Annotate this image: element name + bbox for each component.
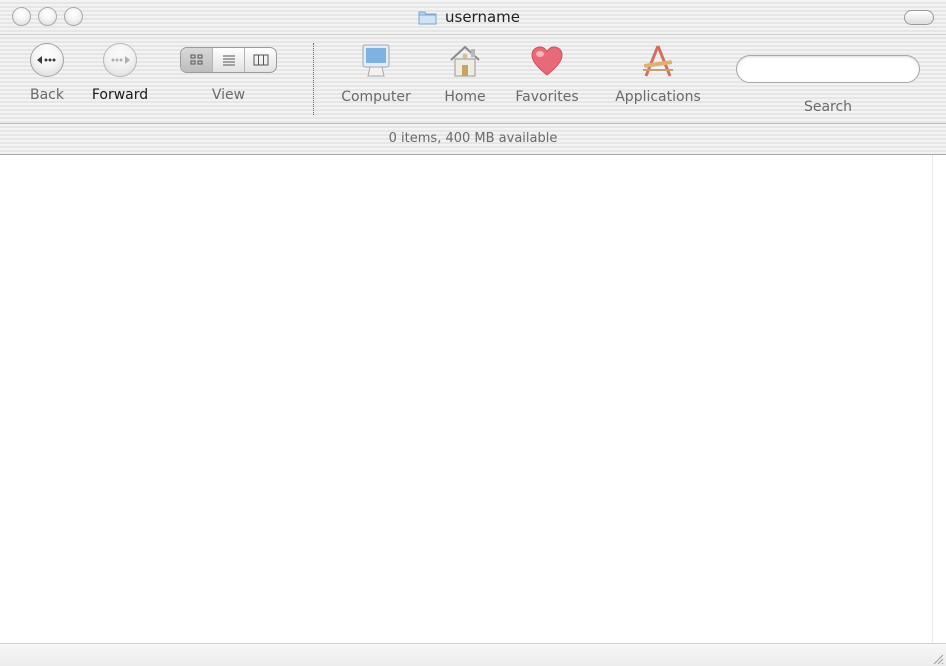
status-bar: 0 items, 400 MB available	[0, 124, 946, 155]
forward-label: Forward	[91, 87, 149, 103]
finder-window: username Back Forward View Computer Home…	[0, 0, 946, 666]
list-view-button[interactable]	[213, 48, 245, 72]
forward-arrow-icon	[111, 56, 130, 64]
list-view-icon	[222, 55, 235, 66]
back-button[interactable]	[30, 43, 64, 77]
home-icon	[450, 45, 480, 77]
heart-icon	[531, 46, 563, 76]
view-selector[interactable]	[180, 47, 277, 73]
search-input[interactable]	[751, 56, 911, 82]
computer-tool[interactable]: Computer	[334, 43, 418, 105]
column-view-button[interactable]	[245, 48, 276, 72]
icon-view-button[interactable]	[181, 48, 213, 72]
view-tool: View	[180, 43, 277, 103]
computer-icon	[362, 44, 390, 77]
search-field[interactable]	[736, 55, 920, 83]
toolbar-divider	[313, 43, 314, 115]
computer-label: Computer	[341, 89, 411, 105]
zoom-button[interactable]	[64, 7, 83, 26]
back-label: Back	[30, 87, 64, 103]
toolbar-toggle-button[interactable]	[904, 10, 934, 25]
view-label: View	[211, 87, 246, 103]
window-bottom-bar	[0, 643, 946, 666]
forward-tool[interactable]: Forward	[84, 43, 156, 103]
vertical-scrollbar[interactable]	[932, 155, 946, 643]
column-view-icon	[253, 54, 268, 66]
toolbar: Back Forward View Computer Home Favorite…	[0, 35, 946, 124]
applications-icon	[643, 45, 673, 77]
file-browser-content[interactable]	[0, 155, 932, 643]
status-text: 0 items, 400 MB available	[388, 131, 558, 146]
favorites-tool[interactable]: Favorites	[508, 43, 586, 105]
forward-button[interactable]	[103, 43, 137, 77]
applications-tool[interactable]: Applications	[604, 43, 712, 105]
window-title-area: username	[418, 6, 520, 28]
icon-view-icon	[190, 54, 202, 65]
close-button[interactable]	[12, 7, 31, 26]
home-label: Home	[444, 89, 486, 105]
title-bar[interactable]: username	[0, 0, 946, 35]
folder-icon	[418, 11, 437, 25]
back-arrow-icon	[37, 56, 56, 64]
minimize-button[interactable]	[38, 7, 57, 26]
back-tool[interactable]: Back	[22, 43, 72, 103]
resize-grip-icon[interactable]	[931, 652, 944, 665]
search-label: Search	[803, 99, 853, 115]
favorites-label: Favorites	[515, 89, 579, 105]
applications-label: Applications	[615, 89, 701, 105]
window-title: username	[445, 8, 520, 26]
home-tool[interactable]: Home	[438, 43, 492, 105]
